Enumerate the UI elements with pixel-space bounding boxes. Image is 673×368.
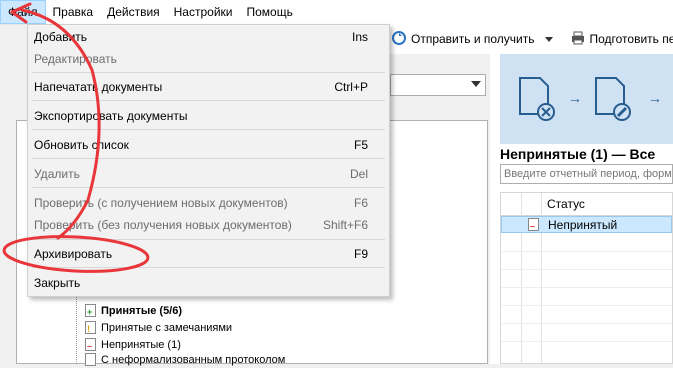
menu-actions[interactable]: Действия <box>100 0 167 24</box>
menu-item-label: Добавить <box>34 30 87 44</box>
menu-item-check-without-new[interactable]: Проверить (без получения новых документо… <box>28 214 389 236</box>
grid-line <box>501 287 672 288</box>
toolbar: Отправить и получить Подготовить печатну <box>390 24 673 54</box>
doc-rejected-icon: – <box>528 218 539 231</box>
menu-item-label: Архивировать <box>34 247 112 261</box>
tree-item-label: Принятые с замечаниями <box>101 322 232 334</box>
table-row[interactable]: – Непринятый <box>501 216 672 233</box>
menu-item-print-documents[interactable]: Напечатать документы Ctrl+P <box>28 76 389 98</box>
menu-separator <box>32 267 385 268</box>
menu-item-edit[interactable]: Редактировать <box>28 48 389 70</box>
chevron-down-icon <box>471 81 481 87</box>
menu-separator <box>32 129 385 130</box>
doc-accepted-icon: + <box>85 304 96 317</box>
grid-line <box>501 341 672 342</box>
arrow-right-icon: → <box>648 90 662 106</box>
menu-item-label: Обновить список <box>34 138 129 152</box>
menu-file[interactable]: Файл <box>0 0 46 24</box>
menu-item-label: Напечатать документы <box>34 80 162 94</box>
menu-item-shortcut: Del <box>350 167 368 181</box>
tree-item-label: Принятые (5/6) <box>101 305 182 317</box>
menu-item-shortcut: F6 <box>354 196 368 210</box>
document-edit-icon <box>592 76 636 122</box>
menu-item-shortcut: Shift+F6 <box>323 218 368 232</box>
menu-item-label: Проверить (с получением новых документов… <box>34 196 288 210</box>
document-reject-icon <box>516 76 560 122</box>
menu-separator <box>32 72 385 73</box>
menu-item-export-documents[interactable]: Экспортировать документы <box>28 105 389 127</box>
menu-item-label: Экспортировать документы <box>34 109 187 123</box>
send-receive-label: Отправить и получить <box>411 32 535 46</box>
menu-item-label: Редактировать <box>34 52 117 66</box>
grid-line <box>501 305 672 306</box>
file-menu-dropdown: Добавить Ins Редактировать Напечатать до… <box>27 24 390 297</box>
prepare-print-button[interactable]: Подготовить печатну <box>569 31 673 48</box>
menu-item-refresh-list[interactable]: Обновить список F5 <box>28 134 389 156</box>
tree-item-accepted-with-remarks[interactable]: ! Принятые с замечаниями <box>85 319 232 336</box>
filter-combobox[interactable] <box>390 74 486 96</box>
send-receive-button[interactable]: Отправить и получить <box>390 31 537 48</box>
documents-grid[interactable]: Статус – Непринятый <box>500 192 673 364</box>
column-header-status[interactable]: Статус <box>547 197 585 211</box>
menu-settings[interactable]: Настройки <box>167 0 240 24</box>
arrow-right-icon: → <box>568 90 582 106</box>
menu-separator <box>32 100 385 101</box>
menu-item-label: Проверить (без получения новых документо… <box>34 218 292 232</box>
menu-bar: Файл Правка Действия Настройки Помощь <box>0 0 673 25</box>
menu-help[interactable]: Помощь <box>239 0 299 24</box>
prepare-print-label: Подготовить печатну <box>590 32 673 46</box>
menu-item-check-with-new[interactable]: Проверить (с получением новых документов… <box>28 192 389 214</box>
menu-separator <box>32 239 385 240</box>
menu-separator <box>32 187 385 188</box>
menu-separator <box>32 158 385 159</box>
printer-icon <box>571 31 585 48</box>
tree-item-informal-protocol[interactable]: С неформализованным протоколом <box>85 351 285 368</box>
menu-item-shortcut: F5 <box>354 138 368 152</box>
menu-item-shortcut: Ctrl+P <box>334 80 368 94</box>
tree-item-accepted[interactable]: + Принятые (5/6) <box>85 302 182 319</box>
menu-edit[interactable]: Правка <box>46 0 101 24</box>
search-input[interactable]: Введите отчетный период, форму <box>500 164 673 184</box>
menu-item-close[interactable]: Закрыть <box>28 272 389 294</box>
dropdown-arrow-icon[interactable] <box>545 32 553 46</box>
send-receive-icon <box>392 31 406 48</box>
menu-item-shortcut: F9 <box>354 247 368 261</box>
menu-item-label: Удалить <box>34 167 80 181</box>
folder-title: Непринятые (1) — Все <box>500 143 673 165</box>
menu-item-label: Закрыть <box>34 276 80 290</box>
doc-icon <box>85 353 96 366</box>
menu-item-shortcut: Ins <box>352 30 368 44</box>
status-cell: Непринятый <box>548 218 617 232</box>
doc-warning-icon: ! <box>85 321 96 334</box>
grid-line <box>501 323 672 324</box>
menu-item-delete[interactable]: Удалить Del <box>28 163 389 185</box>
grid-line <box>501 269 672 270</box>
tree-connector-line <box>76 290 78 364</box>
tree-item-label: Непринятые (1) <box>101 339 181 351</box>
menu-item-add[interactable]: Добавить Ins <box>28 26 389 48</box>
workflow-banner: → → <box>500 54 673 144</box>
menu-item-archive[interactable]: Архивировать F9 <box>28 243 389 265</box>
grid-header: Статус <box>501 193 672 216</box>
doc-rejected-icon: – <box>85 338 96 351</box>
grid-line <box>501 251 672 252</box>
